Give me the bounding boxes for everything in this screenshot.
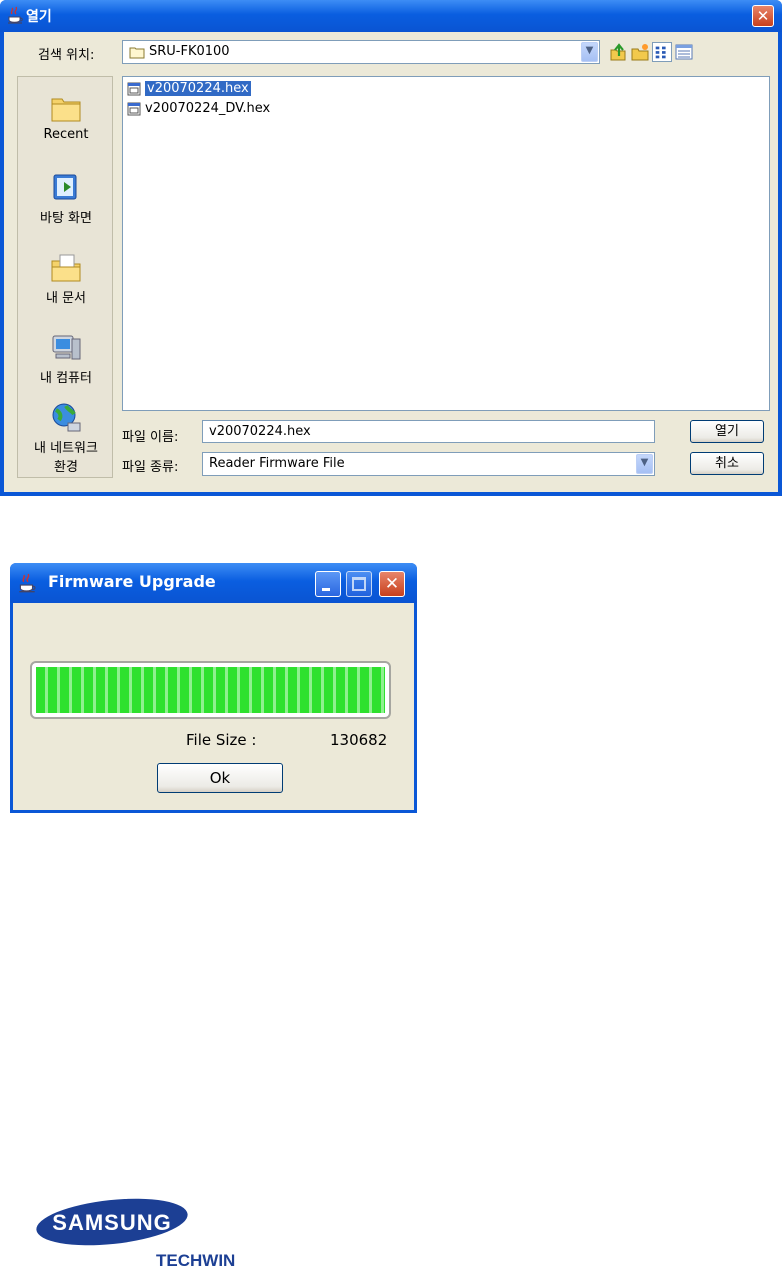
dialog-title: 열기	[26, 9, 52, 25]
progress-bar	[30, 661, 391, 719]
close-button[interactable]: ✕	[379, 571, 405, 597]
look-in-value: SRU-FK0100	[149, 44, 230, 59]
maximize-icon	[352, 577, 366, 591]
list-view-icon[interactable]	[652, 42, 672, 62]
title-bar: Firmware Upgrade ✕	[10, 563, 417, 603]
look-in-label: 검색 위치:	[38, 48, 95, 63]
dialog-title: Firmware Upgrade	[48, 572, 216, 591]
desktop-icon	[53, 174, 77, 200]
samsung-techwin-logo: SAMSUNG TECHWIN	[36, 1198, 235, 1270]
file-type-combo[interactable]: Reader Firmware File ▼	[202, 452, 655, 476]
place-label: 내 문서	[45, 291, 86, 306]
place-label: 내 네트워크	[34, 441, 98, 456]
file-name-value: v20070224.hex	[209, 424, 311, 439]
minimize-icon	[322, 588, 330, 591]
look-in-combo[interactable]: SRU-FK0100 ▼	[122, 40, 600, 64]
place-network[interactable]: 내 네트워크 환경	[18, 403, 114, 475]
place-desktop[interactable]: 바탕 화면	[18, 173, 114, 226]
java-icon	[8, 6, 23, 24]
close-button[interactable]: ✕	[752, 5, 774, 27]
file-list[interactable]: v20070224.hex v20070224_DV.hex	[122, 76, 770, 411]
file-name-input[interactable]: v20070224.hex	[202, 420, 655, 443]
place-label: 환경	[54, 460, 78, 475]
file-size-value: 130682	[330, 731, 388, 749]
file-name-label: 파일 이름:	[122, 430, 179, 445]
hex-file-icon	[127, 82, 141, 95]
minimize-button[interactable]	[315, 571, 341, 597]
title-bar: 열기 ✕	[0, 0, 782, 32]
logo-sub-text: TECHWIN	[156, 1251, 235, 1270]
details-view-icon[interactable]	[674, 42, 694, 62]
maximize-button[interactable]	[346, 571, 372, 597]
open-file-dialog: 열기 ✕ 검색 위치: SRU-FK0100 ▼ Recent 바탕 화면 내 …	[0, 0, 782, 496]
place-label: 내 컴퓨터	[40, 371, 92, 386]
file-type-value: Reader Firmware File	[209, 456, 345, 471]
place-my-documents[interactable]: 내 문서	[18, 253, 114, 306]
place-label: Recent	[43, 127, 89, 142]
logo-brand-text: SAMSUNG	[52, 1210, 171, 1235]
places-bar: Recent 바탕 화면 내 문서 내 컴퓨터 내 네트워크 환경	[17, 76, 113, 478]
recent-folder-icon	[51, 98, 81, 122]
list-item[interactable]: v20070224.hex	[127, 81, 251, 97]
hex-file-icon	[127, 102, 141, 115]
list-item[interactable]: v20070224_DV.hex	[127, 101, 270, 117]
chevron-down-icon[interactable]: ▼	[581, 42, 598, 62]
chevron-down-icon[interactable]: ▼	[636, 454, 653, 474]
progress-fill	[36, 667, 385, 713]
my-computer-icon	[52, 335, 81, 360]
my-documents-icon	[51, 254, 81, 282]
place-recent[interactable]: Recent	[18, 93, 114, 142]
network-icon	[52, 403, 81, 432]
file-type-label: 파일 종류:	[122, 460, 179, 475]
place-my-computer[interactable]: 내 컴퓨터	[18, 333, 114, 386]
cancel-button[interactable]: 취소	[690, 452, 764, 475]
place-label: 바탕 화면	[40, 211, 92, 226]
new-folder-icon[interactable]	[630, 42, 650, 62]
open-button[interactable]: 열기	[690, 420, 764, 443]
file-name: v20070224.hex	[145, 81, 251, 96]
file-name: v20070224_DV.hex	[145, 101, 271, 116]
dialog-body: 검색 위치: SRU-FK0100 ▼ Recent 바탕 화면 내 문서 내 …	[4, 32, 778, 492]
file-size-label: File Size :	[186, 731, 257, 749]
up-folder-icon[interactable]	[608, 42, 628, 62]
firmware-upgrade-dialog: Firmware Upgrade ✕ File Size : 130682 Ok	[10, 563, 417, 813]
ok-button[interactable]: Ok	[157, 763, 283, 793]
dialog-body: File Size : 130682 Ok	[13, 603, 414, 810]
java-icon	[19, 573, 36, 593]
folder-icon	[129, 47, 145, 59]
